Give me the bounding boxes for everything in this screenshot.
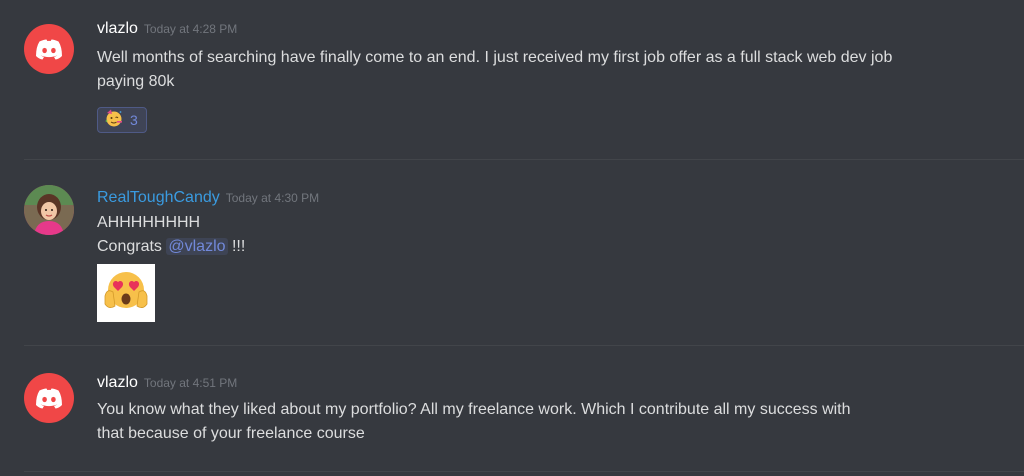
message-author[interactable]: RealToughCandy Today at 4:30 PM <box>97 189 319 207</box>
party-face-icon <box>104 108 124 133</box>
timestamp: Today at 4:28 PM <box>143 22 238 36</box>
reaction-count: 3 <box>130 112 138 128</box>
username-label[interactable]: vlazlo <box>97 374 138 391</box>
message-line: paying 80k <box>97 73 175 90</box>
message-line: You know what they liked about my portfo… <box>97 401 851 418</box>
username-label[interactable]: RealToughCandy <box>97 189 220 206</box>
message-divider <box>24 345 1024 346</box>
user-mention[interactable]: @vlazlo <box>166 238 228 255</box>
message-author[interactable]: vlazlo Today at 4:51 PM <box>97 374 237 392</box>
message-fragment: Congrats <box>97 238 162 255</box>
message-fragment: !!! <box>231 238 246 255</box>
avatar[interactable] <box>24 185 74 235</box>
message-line: Congrats @vlazlo !!! <box>97 235 245 259</box>
message-text: AHHHHHHHH Congrats @vlazlo !!! <box>97 211 245 259</box>
message-text: Well months of searching have finally co… <box>97 46 892 94</box>
message-text: You know what they liked about my portfo… <box>97 398 851 446</box>
message-divider <box>24 471 1024 472</box>
timestamp: Today at 4:30 PM <box>225 191 320 205</box>
message-line: AHHHHHHHH <box>97 214 201 231</box>
username-label[interactable]: vlazlo <box>97 20 138 37</box>
message-line: that because of your freelance course <box>97 425 365 442</box>
heart-eyes-scream-emoji <box>101 266 151 321</box>
message-divider <box>24 159 1024 160</box>
discord-logo-icon[interactable] <box>24 373 74 423</box>
message-line: Well months of searching have finally co… <box>97 49 893 66</box>
attachment-image[interactable] <box>97 264 155 322</box>
chat-log: vlazlo Today at 4:28 PM Well months of se… <box>0 0 1024 476</box>
discord-logo-icon[interactable] <box>24 24 74 74</box>
reaction-button[interactable]: 3 <box>97 107 147 133</box>
message-author[interactable]: vlazlo Today at 4:28 PM <box>97 20 237 38</box>
timestamp: Today at 4:51 PM <box>143 376 238 390</box>
